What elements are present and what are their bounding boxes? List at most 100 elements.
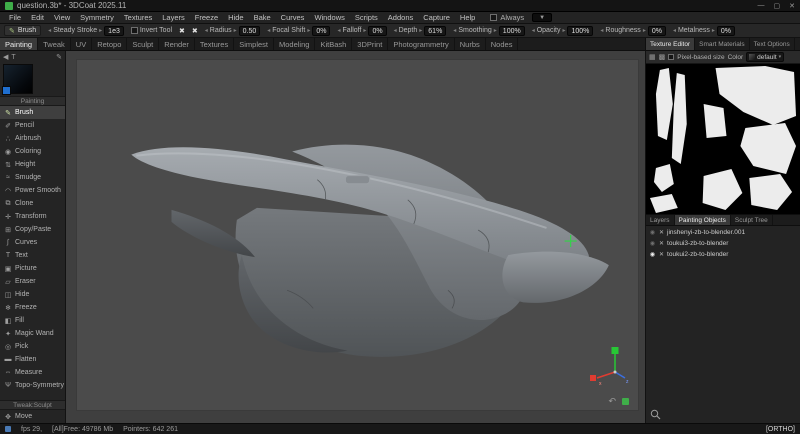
increment-arrow-icon[interactable]: ▸ <box>363 27 366 34</box>
visibility-eye-icon[interactable]: ◉ <box>649 229 656 236</box>
menu-item[interactable]: Textures <box>119 13 157 22</box>
tool-item[interactable]: ✐ Pencil <box>0 119 65 132</box>
invert-tool-option[interactable]: Invert Tool <box>131 27 172 34</box>
tool-item[interactable]: ✎ Brush <box>0 106 65 119</box>
workspace-tab[interactable]: Textures <box>195 38 234 50</box>
decrement-arrow-icon[interactable]: ◂ <box>337 27 340 34</box>
menu-item[interactable]: File <box>4 13 26 22</box>
close-button[interactable]: ✕ <box>789 2 795 10</box>
menu-item[interactable]: Help <box>455 13 480 22</box>
menu-item[interactable]: Scripts <box>350 13 383 22</box>
invert-tool-checkbox[interactable] <box>131 27 138 34</box>
helmet-model[interactable] <box>76 59 639 411</box>
decrement-arrow-icon[interactable]: ◂ <box>394 27 397 34</box>
delete-x-icon[interactable]: ✕ <box>659 240 664 247</box>
secondary-color-chip[interactable] <box>2 86 11 95</box>
layers-tab[interactable]: Layers <box>646 215 675 225</box>
tool-item[interactable]: ⊞ Copy/Paste <box>0 223 65 236</box>
workspace-tab[interactable]: Photogrammetry <box>388 38 454 50</box>
layers-tab[interactable]: Painting Objects <box>675 215 731 225</box>
tool-item[interactable]: ∫ Curves <box>0 236 65 249</box>
object-row[interactable]: ◉ ✕ toukui2-zb-to-blender <box>646 249 800 260</box>
increment-arrow-icon[interactable]: ▸ <box>234 27 237 34</box>
tool-item[interactable]: ⧉ Clone <box>0 197 65 210</box>
clear-x2-icon[interactable]: ✖ <box>192 27 198 35</box>
decrement-arrow-icon[interactable]: ◂ <box>532 27 535 34</box>
menu-item[interactable]: Curves <box>276 13 310 22</box>
menu-item[interactable]: Windows <box>309 13 349 22</box>
search-icon[interactable] <box>650 409 661 420</box>
toolbar-slider[interactable]: ◂ Metalness ▸ 0% <box>673 26 735 36</box>
tool-item[interactable]: ⇅ Height <box>0 158 65 171</box>
layers-tab[interactable]: Sculpt Tree <box>731 215 773 225</box>
brush-preset-button[interactable]: ✎ Brush <box>4 25 41 36</box>
tool-item[interactable]: ⇔ Measure <box>0 366 65 379</box>
object-row[interactable]: ◉ ✕ toukui3-zb-to-blender <box>646 238 800 249</box>
right-panel-tab[interactable]: Text Options <box>750 38 795 50</box>
tool-item[interactable]: T Text <box>0 249 65 262</box>
visibility-eye-icon[interactable]: ◉ <box>649 240 656 247</box>
toolbar-slider[interactable]: ◂ Radius ▸ 0.50 <box>205 26 260 36</box>
collapse-arrow-icon[interactable]: ◀ <box>3 53 8 61</box>
toolbar-slider[interactable]: ◂ Opacity ▸ 100% <box>532 26 594 36</box>
menu-item[interactable]: Symmetry <box>75 13 119 22</box>
menu-item[interactable]: Addons <box>383 13 418 22</box>
workspace-tab[interactable]: Render <box>159 38 195 50</box>
sidebar-section-header[interactable]: Painting <box>0 96 65 106</box>
menu-dropdown-button[interactable]: ▼ <box>532 13 552 22</box>
steady-stroke-value[interactable]: 1e3 <box>104 26 124 36</box>
sidebar-bottom-section-header[interactable]: Tweak:Sculpt <box>0 400 65 410</box>
workspace-tab[interactable]: Retopo <box>92 38 127 50</box>
viewport-canvas[interactable]: x z ↶ <box>76 59 639 411</box>
toolbar-slider[interactable]: ◂ Smoothing ▸ 100% <box>453 26 524 36</box>
color-dropdown[interactable]: default ▾ <box>746 52 784 62</box>
tool-item[interactable]: ▱ Eraser <box>0 275 65 288</box>
workspace-tab[interactable]: Painting <box>0 38 38 50</box>
slider-value[interactable]: 61% <box>424 26 446 36</box>
slider-value[interactable]: 100% <box>499 26 525 36</box>
slider-value[interactable]: 0% <box>717 26 735 36</box>
menu-item[interactable]: Capture <box>418 13 455 22</box>
decrement-arrow-icon[interactable]: ◂ <box>600 27 603 34</box>
menu-item[interactable]: Hide <box>223 13 248 22</box>
increment-arrow-icon[interactable]: ▸ <box>643 27 646 34</box>
toolbar-slider[interactable]: ◂ Falloff ▸ 0% <box>337 26 386 36</box>
decrement-arrow-icon[interactable]: ◂ <box>267 27 270 34</box>
minimize-button[interactable]: — <box>758 2 765 10</box>
slider-value[interactable]: 0.50 <box>239 26 261 36</box>
increment-arrow-icon[interactable]: ▸ <box>419 27 422 34</box>
workspace-tab[interactable]: Tweak <box>38 38 71 50</box>
workspace-tab[interactable]: Sculpt <box>127 38 159 50</box>
menu-item[interactable]: Freeze <box>190 13 223 22</box>
texture-editor-preview[interactable] <box>646 64 800 214</box>
tile-view-icon[interactable]: ▩ <box>659 53 666 61</box>
delete-x-icon[interactable]: ✕ <box>659 229 664 236</box>
increment-arrow-icon[interactable]: ▸ <box>307 27 310 34</box>
menu-item[interactable]: View <box>49 13 75 22</box>
slider-value[interactable]: 0% <box>312 26 330 36</box>
visibility-eye-icon[interactable]: ◉ <box>649 251 656 258</box>
workspace-tab[interactable]: Nurbs <box>455 38 486 50</box>
tool-item[interactable]: ✥ Move <box>0 410 65 423</box>
increment-arrow-icon[interactable]: ▸ <box>494 27 497 34</box>
always-checkbox[interactable] <box>490 14 497 21</box>
pen-icon[interactable]: ✎ <box>56 53 62 61</box>
tool-item[interactable]: ✛ Transform <box>0 210 65 223</box>
workspace-tab[interactable]: KitBash <box>315 38 352 50</box>
slider-value[interactable]: 0% <box>648 26 666 36</box>
workspace-tab[interactable]: UV <box>71 38 92 50</box>
decrement-arrow-icon[interactable]: ◂ <box>453 27 456 34</box>
tool-item[interactable]: ✦ Magic Wand <box>0 327 65 340</box>
tool-item[interactable]: ▣ Picture <box>0 262 65 275</box>
workspace-tab[interactable]: 3DPrint <box>352 38 388 50</box>
maximize-button[interactable]: ▢ <box>774 2 781 10</box>
tool-item[interactable]: ∴ Airbrush <box>0 132 65 145</box>
tool-item[interactable]: ❄ Freeze <box>0 301 65 314</box>
toolbar-slider[interactable]: ◂ Focal Shift ▸ 0% <box>267 26 330 36</box>
pixel-based-checkbox[interactable] <box>668 54 674 60</box>
delete-x-icon[interactable]: ✕ <box>659 251 664 258</box>
tool-item[interactable]: ◎ Pick <box>0 340 65 353</box>
workspace-tab[interactable]: Modeling <box>274 38 315 50</box>
tool-item[interactable]: ▬ Flatten <box>0 353 65 366</box>
axis-gizmo[interactable]: x z <box>585 345 631 387</box>
